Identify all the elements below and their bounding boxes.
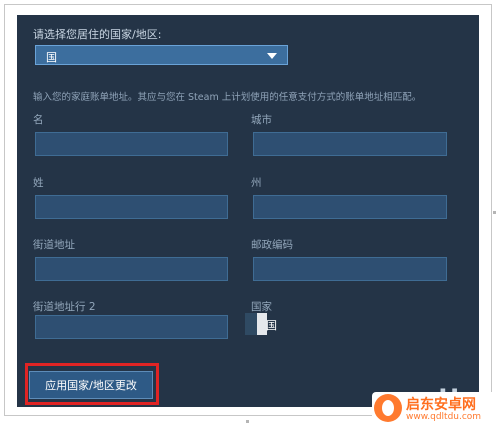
watermark-url: www.qdltdu.com <box>406 412 482 422</box>
state-label: 州 <box>251 177 262 189</box>
resize-handle-bottom <box>246 420 249 423</box>
city-field[interactable] <box>253 132 447 156</box>
street2-label: 街道地址行 2 <box>33 301 96 313</box>
street-field[interactable] <box>35 257 228 281</box>
street2-field[interactable] <box>35 315 228 339</box>
country-flag: 国 <box>245 313 279 335</box>
billing-address-panel: 请选择您居住的国家/地区: 国 输入您的家庭账单地址。其应与您在 Steam 上… <box>17 15 479 407</box>
watermark: 启东安卓网 www.qdltdu.com <box>372 392 496 426</box>
watermark-brand: 启东安卓网 <box>406 397 476 413</box>
first-name-label: 名 <box>33 114 44 126</box>
postal-code-label: 邮政编码 <box>251 239 293 251</box>
last-name-field[interactable] <box>35 195 228 219</box>
highlight-box <box>25 363 159 405</box>
state-field[interactable] <box>253 195 447 219</box>
last-name-label: 姓 <box>33 177 44 189</box>
country-select[interactable]: 国 <box>35 45 288 65</box>
screenshot-frame: 请选择您居住的国家/地区: 国 输入您的家庭账单地址。其应与您在 Steam 上… <box>4 4 492 416</box>
postal-code-field[interactable] <box>253 257 447 281</box>
resize-handle-right <box>493 211 496 214</box>
country-flag-text: 国 <box>266 319 277 332</box>
brand-logo-icon <box>374 394 402 422</box>
city-label: 城市 <box>251 114 272 126</box>
chevron-down-icon <box>267 53 277 59</box>
billing-hint: 输入您的家庭账单地址。其应与您在 Steam 上计划使用的任意支付方式的账单地址… <box>33 92 422 103</box>
country-select-value: 国 <box>46 51 57 64</box>
country-label: 国家 <box>251 301 272 313</box>
first-name-field[interactable] <box>35 132 228 156</box>
street-label: 街道地址 <box>33 239 75 251</box>
country-prompt: 请选择您居住的国家/地区: <box>33 28 162 41</box>
